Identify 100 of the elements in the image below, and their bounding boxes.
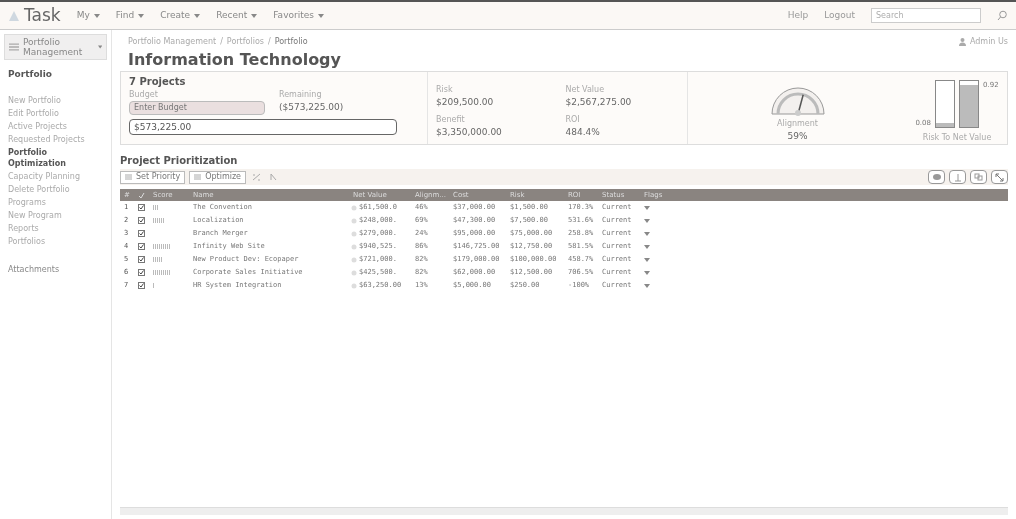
stat-label: Net Value [565,84,606,96]
sidebar-item[interactable]: Reports [4,221,107,235]
breadcrumb-separator: / [267,36,271,48]
section-title: Project Prioritization [120,154,239,168]
search-icon [997,10,1008,21]
circle-icon [351,217,357,224]
score-bar [153,244,170,249]
sidebar-item[interactable]: Edit Portfolio [4,106,107,120]
copy-icon [974,173,983,181]
top-link[interactable]: Logout [824,8,855,23]
score-bar [153,257,162,262]
caret-icon [251,13,258,18]
check-icon [139,283,144,288]
check-icon [139,231,144,236]
sidebar-item[interactable]: Delete Portfolio [4,182,107,196]
circle-icon [351,269,357,276]
top-link[interactable]: Help [787,8,809,23]
sort-icon [269,173,279,181]
field-label: Budget [129,89,159,101]
row-checkbox[interactable] [138,204,145,211]
stat-value: 484.4% [565,126,601,139]
sidebar-item[interactable]: Active Projects [4,119,107,133]
user-icon [958,38,966,46]
field-label: Remaining [279,89,323,101]
sidebar-heading: Portfolio [7,68,53,81]
row-checkbox[interactable] [138,230,145,237]
toolbar-button[interactable]: Set Priority [120,170,186,184]
sidebar-item[interactable]: Attachments [4,263,107,276]
chart-button[interactable] [928,170,945,184]
menu-button[interactable]: Create [160,8,201,23]
page-title: Information Technology [127,50,342,70]
sidebar-item[interactable]: Capacity Planning [4,169,107,183]
user-name: Admin Us [969,36,1008,48]
sidebar-item[interactable]: Programs [4,195,107,209]
search-field[interactable]: Search [871,8,981,23]
caret-icon [644,244,650,249]
export-button[interactable] [949,170,966,184]
caret-icon [644,270,650,275]
sidebar-item[interactable]: Portfolio Optimization [4,145,107,170]
chart-label: Risk To Net Value [922,132,992,144]
caret-icon [93,13,100,18]
circle-icon [351,243,357,250]
gauge-label: Alignment [777,118,818,130]
breadcrumb-link[interactable]: Portfolio [274,36,308,48]
expand-button[interactable] [991,170,1008,184]
horizontal-scrollbar[interactable] [120,507,1008,515]
caret-icon [644,218,650,223]
breadcrumb-link[interactable]: Portfolio Management [128,36,217,48]
caret-icon [644,231,650,236]
module-button[interactable]: Portfolio Management [4,34,107,60]
row-checkbox[interactable] [138,282,145,289]
circle-icon [351,204,357,211]
menu-button[interactable]: My [76,8,100,23]
sidebar-item[interactable]: New Portfolio [4,93,107,107]
row-checkbox[interactable] [138,269,145,276]
stat-value: $209,500.00 [436,96,495,109]
logo-icon [8,9,20,22]
row-checkbox[interactable] [138,256,145,263]
gauge-value: 59% [787,130,808,143]
chart-icon [931,173,942,181]
copy-button[interactable] [970,170,987,184]
sort-icon [252,173,262,181]
stat-label: Risk [436,84,454,96]
toolbar-button[interactable]: Optimize [189,170,247,184]
check-icon [139,218,144,223]
circle-icon [351,256,357,263]
sidebar-item[interactable]: Requested Projects [4,132,107,146]
caret-icon [97,45,102,49]
check-icon [139,205,144,210]
score-bar [153,218,164,223]
stat-value: $3,350,000.00 [436,126,503,139]
caret-icon [317,13,324,18]
score-bar [153,205,158,210]
menu-button[interactable]: Favorites [273,8,324,23]
breadcrumb-link[interactable]: Portfolios [226,36,264,48]
circle-icon [351,230,357,237]
breadcrumb-separator: / [220,36,223,48]
logo-text: Task [24,3,61,27]
stat-label: Benefit [436,114,466,126]
budget-dropdown[interactable]: Enter Budget [129,101,265,115]
check-icon [139,244,144,249]
stat-label: ROI [565,114,581,126]
sidebar-item[interactable]: Portfolios [4,234,107,248]
expand-icon [995,172,1004,182]
caret-icon [644,205,650,210]
menu-button[interactable]: Recent [216,8,258,23]
circle-icon [351,282,357,289]
menu-button[interactable]: Find [115,8,145,23]
stat-value: $2,567,275.00 [565,96,633,109]
caret-icon [194,13,201,18]
budget-input[interactable]: $573,225.00 [129,119,397,135]
score-bar [153,270,171,275]
caret-icon [644,257,650,262]
remaining-value: ($573,225.00) [279,101,344,114]
project-count: 7 Projects [129,75,187,89]
row-checkbox[interactable] [138,243,145,250]
row-checkbox[interactable] [138,217,145,224]
caret-icon [644,283,650,288]
sidebar-item[interactable]: New Program [4,208,107,222]
check-icon [139,257,144,262]
